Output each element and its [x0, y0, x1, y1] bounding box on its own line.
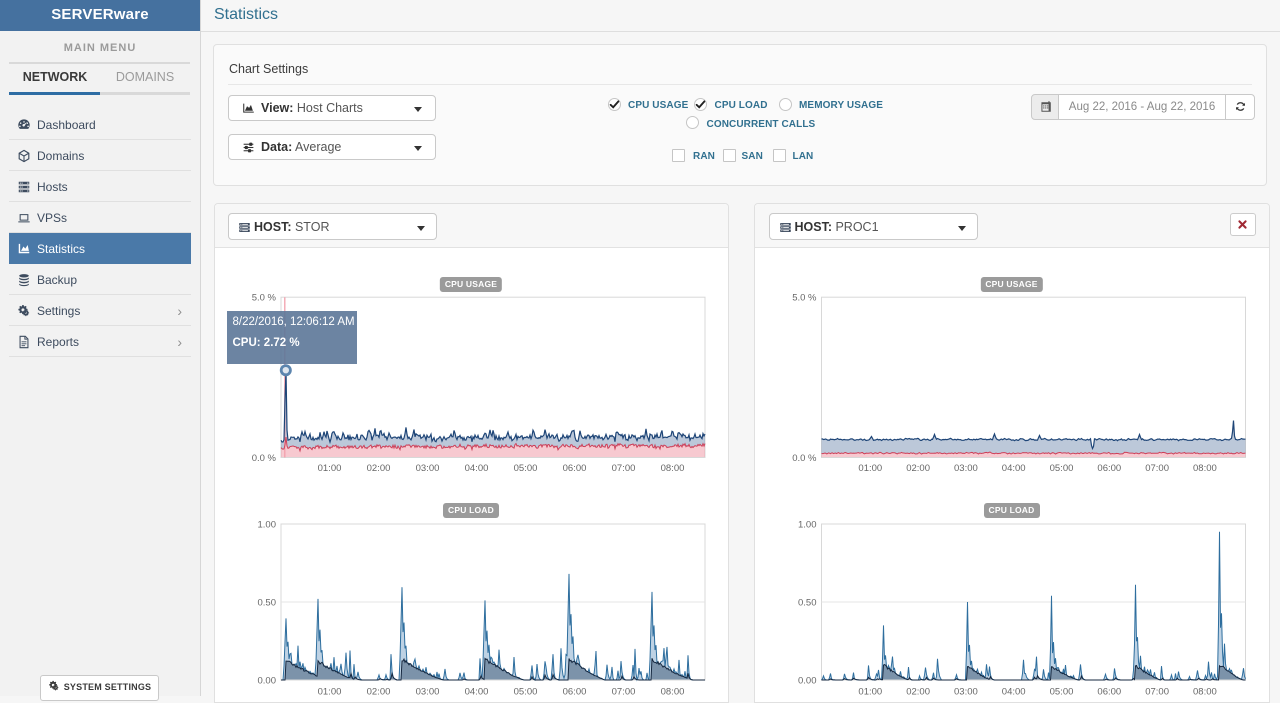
svg-text:03:00: 03:00 [954, 687, 978, 696]
svg-text:01:00: 01:00 [318, 687, 342, 696]
svg-text:06:00: 06:00 [563, 687, 587, 696]
svg-text:0.00: 0.00 [798, 676, 817, 687]
svg-text:08:00: 08:00 [1193, 463, 1217, 474]
svg-text:04:00: 04:00 [465, 463, 489, 474]
svg-text:5.0 %: 5.0 % [252, 293, 277, 304]
svg-text:06:00: 06:00 [1097, 687, 1121, 696]
svg-text:08:00: 08:00 [661, 463, 685, 474]
svg-text:06:00: 06:00 [1097, 463, 1121, 474]
svg-text:02:00: 02:00 [906, 463, 930, 474]
svg-text:1.00: 1.00 [258, 520, 277, 531]
svg-text:01:00: 01:00 [858, 463, 882, 474]
svg-text:0.50: 0.50 [258, 598, 277, 609]
svg-text:01:00: 01:00 [858, 687, 882, 696]
svg-text:05:00: 05:00 [1050, 687, 1074, 696]
svg-text:08:00: 08:00 [1193, 687, 1217, 696]
svg-text:1.00: 1.00 [798, 520, 817, 531]
svg-text:05:00: 05:00 [1050, 463, 1074, 474]
svg-text:0.50: 0.50 [798, 598, 817, 609]
svg-text:08:00: 08:00 [661, 687, 685, 696]
svg-text:07:00: 07:00 [612, 687, 636, 696]
svg-text:0.00: 0.00 [258, 676, 277, 687]
svg-text:04:00: 04:00 [1002, 687, 1026, 696]
svg-text:04:00: 04:00 [465, 687, 489, 696]
svg-text:0.0 %: 0.0 % [792, 453, 817, 464]
svg-text:04:00: 04:00 [1002, 463, 1026, 474]
svg-text:07:00: 07:00 [612, 463, 636, 474]
svg-text:02:00: 02:00 [906, 687, 930, 696]
svg-text:05:00: 05:00 [514, 463, 538, 474]
svg-text:06:00: 06:00 [563, 463, 587, 474]
svg-text:01:00: 01:00 [318, 463, 342, 474]
svg-text:02:00: 02:00 [367, 687, 391, 696]
svg-text:07:00: 07:00 [1145, 687, 1169, 696]
svg-text:03:00: 03:00 [954, 463, 978, 474]
svg-text:03:00: 03:00 [416, 463, 440, 474]
svg-text:03:00: 03:00 [416, 687, 440, 696]
svg-text:02:00: 02:00 [367, 463, 391, 474]
svg-text:0.0 %: 0.0 % [252, 453, 277, 464]
svg-text:5.0 %: 5.0 % [792, 293, 817, 304]
svg-text:05:00: 05:00 [514, 687, 538, 696]
svg-text:07:00: 07:00 [1145, 463, 1169, 474]
